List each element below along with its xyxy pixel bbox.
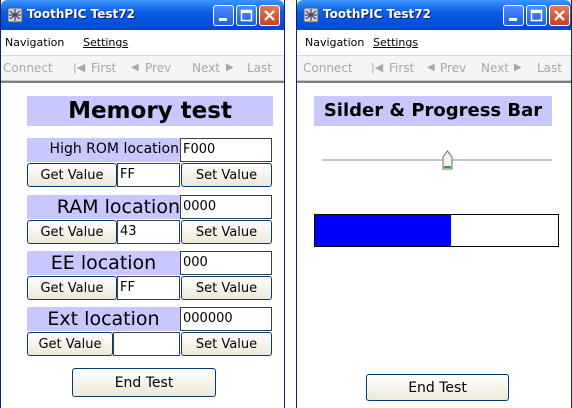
slider-track <box>322 159 552 162</box>
ram-label: RAM location <box>27 195 180 219</box>
close-button[interactable] <box>549 5 570 26</box>
title-bar[interactable]: ToothPIC Test72 <box>297 0 571 30</box>
slider-progress-panel: Silder & Progress Bar End Test <box>297 81 571 408</box>
minimize-button[interactable] <box>503 5 524 26</box>
menu-bar: Navigation Settings <box>297 32 571 54</box>
close-button[interactable] <box>259 5 280 26</box>
ee-set-value-button[interactable]: Set Value <box>181 276 272 300</box>
page-title: Memory test <box>27 96 273 126</box>
minimize-icon <box>509 18 517 21</box>
prev-button[interactable]: Prev <box>145 61 171 75</box>
last-button[interactable]: Last <box>537 61 562 75</box>
next-arrow-icon: ▶ <box>226 62 234 73</box>
first-button[interactable]: First <box>389 61 414 75</box>
prev-button[interactable]: Prev <box>440 61 466 75</box>
nav-toolbar: Connect |◀ First ◀ Prev Next ▶ Last <box>297 55 571 81</box>
ext-value-input[interactable] <box>113 332 180 356</box>
slider-thumb-icon[interactable] <box>442 150 453 170</box>
progress-bar <box>314 214 559 247</box>
ext-get-value-button[interactable]: Get Value <box>27 332 113 356</box>
menu-settings[interactable]: Settings <box>373 36 418 49</box>
next-button[interactable]: Next <box>481 61 509 75</box>
next-button[interactable]: Next <box>192 61 220 75</box>
window-title: ToothPIC Test72 <box>323 7 431 21</box>
ram-set-value-button[interactable]: Set Value <box>181 220 272 244</box>
maximize-icon <box>240 9 253 22</box>
first-arrow-icon: |◀ <box>73 61 86 74</box>
ext-label: Ext location <box>27 307 180 331</box>
title-bar[interactable]: ToothPIC Test72 <box>1 0 284 30</box>
ram-get-value-button[interactable]: Get Value <box>27 220 117 244</box>
last-button[interactable]: Last <box>247 61 272 75</box>
ee-label: EE location <box>27 251 180 275</box>
menu-settings-label: Settings <box>83 36 129 49</box>
maximize-button[interactable] <box>236 5 257 26</box>
high-rom-set-value-button[interactable]: Set Value <box>181 163 272 187</box>
ext-set-value-button[interactable]: Set Value <box>181 332 272 356</box>
ee-address-input[interactable]: 000 <box>180 251 272 275</box>
progress-bar-fill <box>315 215 451 246</box>
memory-test-window: ToothPIC Test72 Navigation Settings Conn… <box>0 0 285 408</box>
menu-settings-label: Settings <box>373 36 419 49</box>
ext-address-input[interactable]: 000000 <box>180 307 272 331</box>
app-icon <box>303 7 319 23</box>
ram-address-input[interactable]: 0000 <box>180 195 272 219</box>
memory-test-panel: Memory test High ROM location F000 Get V… <box>1 81 284 408</box>
close-icon <box>554 10 565 21</box>
window-title: ToothPIC Test72 <box>27 7 135 21</box>
menu-bar: Navigation Settings <box>1 32 284 54</box>
end-test-button[interactable]: End Test <box>72 368 216 397</box>
ram-value-input[interactable]: 43 <box>117 220 180 244</box>
slider-progress-window: ToothPIC Test72 Navigation Settings Conn… <box>296 0 572 408</box>
close-icon <box>264 10 275 21</box>
prev-arrow-icon: ◀ <box>131 62 139 73</box>
first-arrow-icon: |◀ <box>371 61 384 74</box>
high-rom-value-input[interactable]: FF <box>117 163 180 187</box>
app-icon <box>7 7 23 23</box>
minimize-button[interactable] <box>213 5 234 26</box>
maximize-button[interactable] <box>526 5 547 26</box>
menu-settings[interactable]: Settings <box>83 36 128 49</box>
ee-get-value-button[interactable]: Get Value <box>27 276 117 300</box>
ee-value-input[interactable]: FF <box>117 276 180 300</box>
connect-button[interactable]: Connect <box>3 61 53 75</box>
end-test-button[interactable]: End Test <box>366 374 509 401</box>
next-arrow-icon: ▶ <box>514 62 522 73</box>
connect-button[interactable]: Connect <box>303 61 353 75</box>
first-button[interactable]: First <box>91 61 116 75</box>
maximize-icon <box>530 9 543 22</box>
nav-toolbar: Connect |◀ First ◀ Prev Next ▶ Last <box>1 55 284 81</box>
high-rom-address-input[interactable]: F000 <box>180 138 272 162</box>
menu-navigation[interactable]: Navigation <box>305 36 364 49</box>
high-rom-label: High ROM location <box>27 138 180 162</box>
slider[interactable] <box>322 147 552 175</box>
page-title: Silder & Progress Bar <box>314 96 552 126</box>
minimize-icon <box>219 18 227 21</box>
menu-navigation[interactable]: Navigation <box>5 36 64 49</box>
high-rom-get-value-button[interactable]: Get Value <box>27 163 117 187</box>
prev-arrow-icon: ◀ <box>427 62 435 73</box>
